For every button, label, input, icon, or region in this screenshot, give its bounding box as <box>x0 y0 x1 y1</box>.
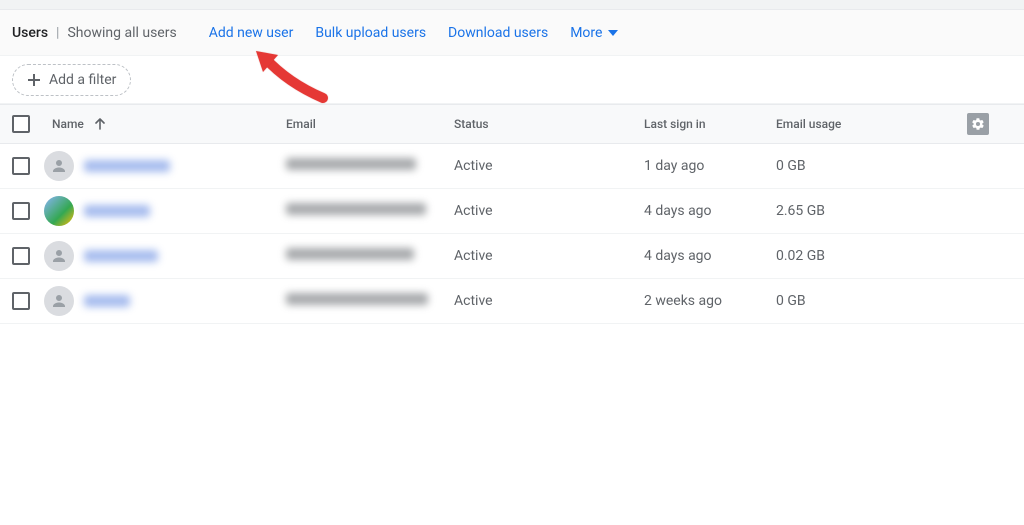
email-cell <box>286 248 454 264</box>
email-usage-cell: 0 GB <box>776 158 956 174</box>
column-settings-cell <box>956 113 1000 135</box>
avatar <box>44 241 74 271</box>
user-name-redacted[interactable] <box>84 250 158 262</box>
filter-bar: Add a filter <box>0 56 1024 104</box>
email-cell <box>286 293 454 309</box>
column-email-usage-label: Email usage <box>776 117 841 131</box>
row-checkbox[interactable] <box>12 247 30 265</box>
table-header: Name Email Status Last sign in Email usa… <box>0 104 1024 144</box>
status-cell: Active <box>454 293 644 309</box>
last-sign-in-cell: 4 days ago <box>644 203 776 219</box>
table-row[interactable]: Active2 weeks ago0 GB <box>0 279 1024 324</box>
name-cell <box>44 196 286 226</box>
email-cell <box>286 158 454 174</box>
table-row[interactable]: Active1 day ago0 GB <box>0 144 1024 189</box>
last-sign-in-cell: 1 day ago <box>644 158 776 174</box>
person-icon <box>50 247 68 265</box>
gear-icon <box>971 117 985 131</box>
person-icon <box>50 157 68 175</box>
download-users-link[interactable]: Download users <box>448 25 548 41</box>
table-row[interactable]: Active4 days ago0.02 GB <box>0 234 1024 279</box>
last-sign-in-cell: 2 weeks ago <box>644 293 776 309</box>
more-label: More <box>570 25 602 41</box>
page-title: Users <box>12 25 48 41</box>
row-checkbox[interactable] <box>12 292 30 310</box>
status-cell: Active <box>454 158 644 174</box>
email-usage-cell: 0 GB <box>776 293 956 309</box>
avatar <box>44 196 74 226</box>
email-usage-cell: 0.02 GB <box>776 248 956 264</box>
user-email-redacted <box>286 248 414 260</box>
user-name-redacted[interactable] <box>84 160 170 172</box>
plus-icon <box>27 73 41 87</box>
user-email-redacted <box>286 203 426 215</box>
column-email-usage[interactable]: Email usage <box>776 117 956 131</box>
email-cell <box>286 203 454 219</box>
more-dropdown[interactable]: More <box>570 25 618 41</box>
top-spacer <box>0 0 1024 10</box>
avatar <box>44 151 74 181</box>
name-cell <box>44 241 286 271</box>
title-separator: | <box>54 25 61 41</box>
user-name-redacted[interactable] <box>84 295 130 307</box>
page-subtitle: Showing all users <box>67 25 176 41</box>
add-new-user-link[interactable]: Add new user <box>209 25 294 41</box>
person-icon <box>50 292 68 310</box>
user-email-redacted <box>286 158 416 170</box>
user-email-redacted <box>286 293 428 305</box>
user-name-redacted[interactable] <box>84 205 150 217</box>
column-status[interactable]: Status <box>454 117 644 131</box>
column-email[interactable]: Email <box>286 117 454 131</box>
add-filter-button[interactable]: Add a filter <box>12 64 131 96</box>
avatar <box>44 286 74 316</box>
add-filter-label: Add a filter <box>49 72 116 88</box>
column-settings-button[interactable] <box>967 113 989 135</box>
column-last-sign-in-label: Last sign in <box>644 117 706 131</box>
row-checkbox[interactable] <box>12 202 30 220</box>
page-header: Users | Showing all users Add new user B… <box>0 10 1024 56</box>
column-name[interactable]: Name <box>44 117 286 131</box>
sort-asc-icon <box>94 118 106 130</box>
header-checkbox-cell <box>0 115 44 133</box>
table-row[interactable]: Active4 days ago2.65 GB <box>0 189 1024 234</box>
column-email-label: Email <box>286 117 316 131</box>
column-name-label: Name <box>52 117 84 131</box>
caret-down-icon <box>608 30 618 36</box>
row-checkbox-cell <box>0 202 44 220</box>
column-status-label: Status <box>454 117 489 131</box>
select-all-checkbox[interactable] <box>12 115 30 133</box>
status-cell: Active <box>454 203 644 219</box>
table-body: Active1 day ago0 GBActive4 days ago2.65 … <box>0 144 1024 324</box>
last-sign-in-cell: 4 days ago <box>644 248 776 264</box>
bulk-upload-users-link[interactable]: Bulk upload users <box>315 25 426 41</box>
header-actions: Add new user Bulk upload users Download … <box>209 25 619 41</box>
row-checkbox[interactable] <box>12 157 30 175</box>
email-usage-cell: 2.65 GB <box>776 203 956 219</box>
status-cell: Active <box>454 248 644 264</box>
row-checkbox-cell <box>0 292 44 310</box>
name-cell <box>44 151 286 181</box>
name-cell <box>44 286 286 316</box>
row-checkbox-cell <box>0 247 44 265</box>
row-checkbox-cell <box>0 157 44 175</box>
column-last-sign-in[interactable]: Last sign in <box>644 117 776 131</box>
